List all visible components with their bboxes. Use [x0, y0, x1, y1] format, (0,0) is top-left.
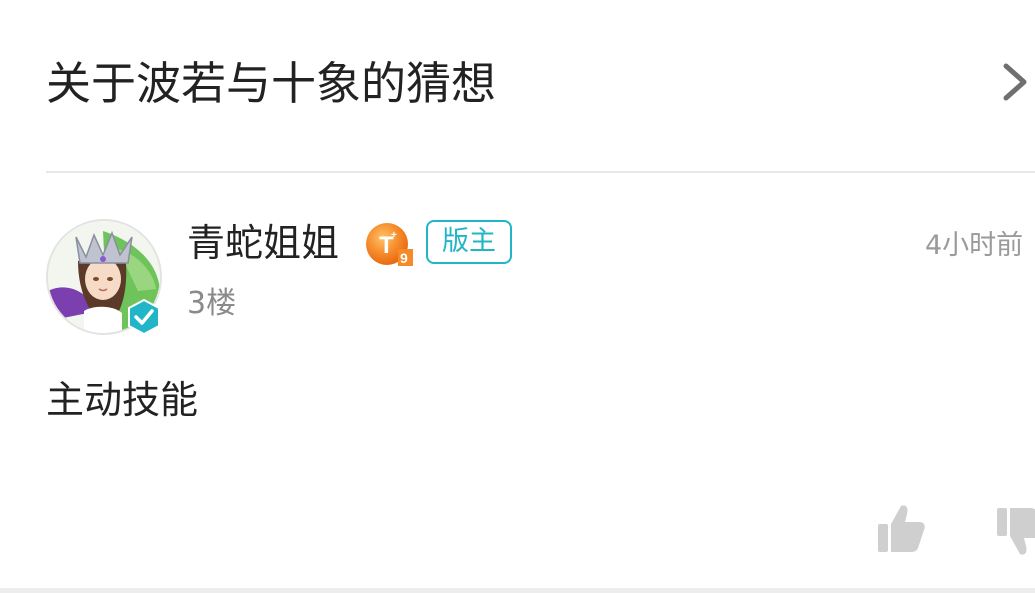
post-content: 主动技能 — [46, 378, 199, 422]
thread-header[interactable]: 关于波若与十象的猜想 — [0, 0, 1035, 172]
thumbs-up-icon[interactable] — [876, 502, 926, 554]
moderator-badge: 版主 — [426, 220, 512, 264]
level-badge-icon: T + 9 — [366, 223, 413, 266]
divider — [46, 171, 1035, 173]
svg-text:+: + — [391, 230, 397, 241]
post-time: 4小时前 — [925, 230, 1024, 261]
chevron-right-icon — [1003, 63, 1027, 101]
username[interactable]: 青蛇姐姐 — [187, 218, 339, 268]
verified-check-icon — [128, 299, 160, 335]
avatar[interactable] — [46, 219, 162, 335]
thread-title: 关于波若与十象的猜想 — [46, 57, 497, 110]
floor-number: 3楼 — [187, 286, 237, 321]
thumbs-down-icon[interactable] — [995, 506, 1035, 558]
svg-text:9: 9 — [400, 250, 408, 266]
section-divider — [0, 588, 1035, 593]
